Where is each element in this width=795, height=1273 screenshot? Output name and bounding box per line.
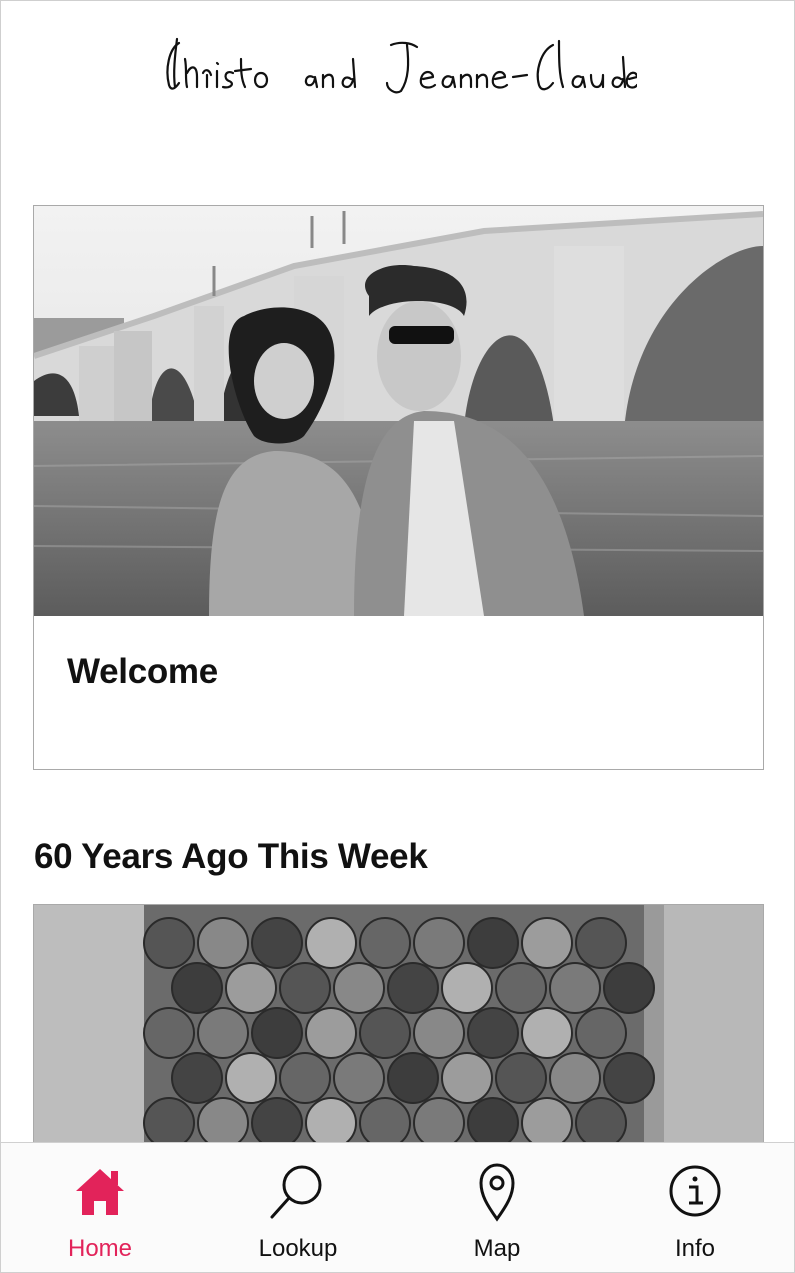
barrels-photo	[34, 905, 763, 1145]
tab-info[interactable]: Info	[596, 1143, 794, 1272]
barrel	[495, 962, 547, 1014]
map-pin-icon	[479, 1163, 515, 1222]
card-title: Welcome	[67, 652, 218, 691]
barrel	[495, 1052, 547, 1104]
barrel	[521, 1097, 573, 1145]
barrel	[251, 1007, 303, 1059]
tab-lookup[interactable]: Lookup	[199, 1143, 397, 1272]
barrel	[359, 1007, 411, 1059]
barrel	[575, 1007, 627, 1059]
welcome-card[interactable]: Welcome	[33, 205, 764, 770]
tab-map-label: Map	[473, 1235, 521, 1262]
barrel	[467, 917, 519, 969]
barrel	[359, 917, 411, 969]
barrel	[521, 1007, 573, 1059]
barrel	[467, 1097, 519, 1145]
tab-home[interactable]: Home	[1, 1143, 199, 1272]
info-icon	[669, 1165, 721, 1217]
tab-home-label: Home	[67, 1235, 133, 1262]
barrel	[251, 1097, 303, 1145]
barrel	[549, 962, 601, 1014]
tab-lookup-label: Lookup	[258, 1235, 338, 1262]
barrel	[197, 1097, 249, 1145]
barrel	[143, 917, 195, 969]
barrel	[521, 917, 573, 969]
barrel	[603, 1052, 655, 1104]
barrel	[225, 1052, 277, 1104]
barrel	[305, 917, 357, 969]
barrel	[279, 962, 331, 1014]
barrel	[359, 1097, 411, 1145]
barrel	[279, 1052, 331, 1104]
search-icon	[270, 1165, 322, 1219]
tab-info-label: Info	[674, 1235, 716, 1262]
tab-map[interactable]: Map	[398, 1143, 596, 1272]
barrel	[333, 962, 385, 1014]
barrel	[603, 962, 655, 1014]
section-title: 60 Years Ago This Week	[34, 837, 428, 876]
barrel	[387, 962, 439, 1014]
barrel	[305, 1007, 357, 1059]
artists-photo	[34, 206, 763, 616]
tab-bar: Home Lookup Map Info	[1, 1142, 794, 1272]
barrel	[305, 1097, 357, 1145]
barrel	[575, 1097, 627, 1145]
barrel	[197, 917, 249, 969]
barrel	[171, 1052, 223, 1104]
barrel	[251, 917, 303, 969]
barrel	[143, 1007, 195, 1059]
barrel	[413, 1007, 465, 1059]
barrel	[171, 962, 223, 1014]
barrel	[549, 1052, 601, 1104]
barrel	[413, 917, 465, 969]
signature-logo	[166, 37, 637, 94]
home-icon	[76, 1169, 124, 1215]
barrel	[225, 962, 277, 1014]
barrel	[143, 1097, 195, 1145]
app-frame: Welcome 60 Years Ago This Week Home Look…	[0, 0, 795, 1273]
barrel	[333, 1052, 385, 1104]
barrel	[387, 1052, 439, 1104]
barrel	[413, 1097, 465, 1145]
barrel	[441, 962, 493, 1014]
app-header	[1, 1, 794, 131]
barrel	[441, 1052, 493, 1104]
barrel	[575, 917, 627, 969]
barrel	[467, 1007, 519, 1059]
barrel	[197, 1007, 249, 1059]
sixty-years-card[interactable]	[33, 904, 764, 1145]
